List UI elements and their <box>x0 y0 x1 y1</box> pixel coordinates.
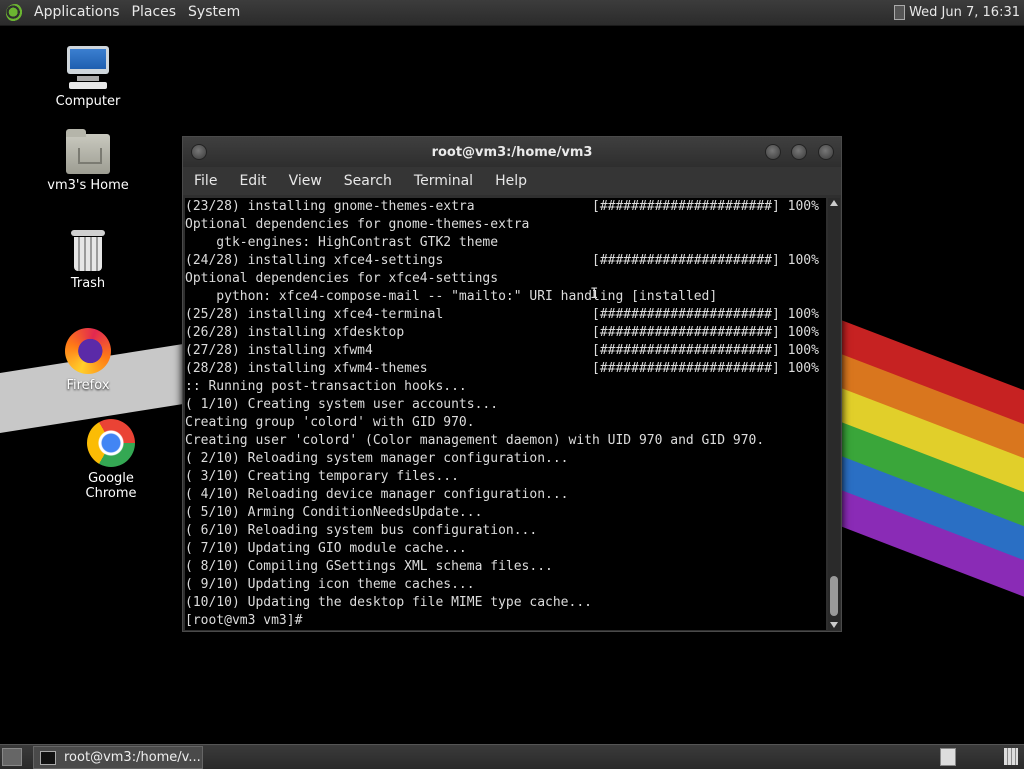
firefox-icon <box>65 328 111 374</box>
desktop-icon-label: vm3's Home <box>47 178 129 193</box>
bottom-panel: root@vm3:/home/v... <box>0 744 1024 769</box>
terminal-prompt[interactable]: [root@vm3 vm3]# <box>185 612 826 630</box>
terminal-line: Creating user 'colord' (Color management… <box>185 433 765 448</box>
menu-system[interactable]: System <box>184 0 248 25</box>
terminal-line: ( 5/10) Arming ConditionNeedsUpdate... <box>185 505 483 520</box>
terminal-line: Creating group 'colord' with GID 970. <box>185 415 475 430</box>
desktop-icon-trash[interactable]: Trash <box>38 230 138 291</box>
trash-applet-icon[interactable] <box>1004 748 1018 765</box>
desktop-icon-chrome[interactable]: Google Chrome <box>61 419 161 501</box>
desktop-icon-label: Trash <box>70 276 106 291</box>
terminal-window[interactable]: root@vm3:/home/vm3 File Edit View Search… <box>182 136 842 632</box>
window-title: root@vm3:/home/vm3 <box>431 145 593 160</box>
terminal-line: (24/28) installing xfce4-settings [#####… <box>185 253 819 268</box>
maximize-icon[interactable] <box>791 144 807 160</box>
scrollbar-thumb[interactable] <box>830 576 838 616</box>
terminal-line: ( 3/10) Creating temporary files... <box>185 469 459 484</box>
clock[interactable]: Wed Jun 7, 16:31 <box>909 5 1020 20</box>
home-folder-icon <box>66 129 110 174</box>
desktop-icon-label: Google Chrome <box>85 471 137 501</box>
terminal-line: (10/10) Updating the desktop file MIME t… <box>185 595 592 610</box>
computer-icon <box>65 46 111 90</box>
menu-view[interactable]: View <box>278 173 333 189</box>
terminal-line: (28/28) installing xfwm4-themes [#######… <box>185 361 819 376</box>
terminal-line: (25/28) installing xfce4-terminal [#####… <box>185 307 819 322</box>
terminal-line: Optional dependencies for xfce4-settings <box>185 271 499 286</box>
scroll-up-icon[interactable] <box>830 200 838 206</box>
menu-edit[interactable]: Edit <box>228 173 277 189</box>
menu-help[interactable]: Help <box>484 173 538 189</box>
terminal-icon <box>40 750 56 765</box>
terminal-line: ( 6/10) Reloading system bus configurati… <box>185 523 538 538</box>
clock-area[interactable]: Wed Jun 7, 16:31 <box>894 0 1020 25</box>
terminal-line: (26/28) installing xfdesktop [##########… <box>185 325 819 340</box>
terminal-line: ( 8/10) Compiling GSettings XML schema f… <box>185 559 553 574</box>
show-desktop-icon[interactable] <box>2 748 22 766</box>
scroll-down-icon[interactable] <box>830 622 838 628</box>
close-icon[interactable] <box>818 144 834 160</box>
desktop-icon-computer[interactable]: Computer <box>38 46 138 109</box>
terminal-line: gtk-engines: HighContrast GTK2 theme <box>185 235 499 250</box>
desktop-icon-firefox[interactable]: Firefox <box>38 328 138 393</box>
menu-search[interactable]: Search <box>333 173 403 189</box>
terminal-line: python: xfce4-compose-mail -- "mailto:" … <box>185 289 718 304</box>
desktop-icon-label: Computer <box>55 94 121 109</box>
terminal-line: ( 9/10) Updating icon theme caches... <box>185 577 475 592</box>
terminal-output[interactable]: (23/28) installing gnome-themes-extra [#… <box>185 198 826 630</box>
clock-icon <box>894 5 906 20</box>
desktop-icon-label: Firefox <box>66 378 110 393</box>
wallpaper-rainbow <box>841 320 1024 640</box>
terminal-line: (23/28) installing gnome-themes-extra [#… <box>185 199 819 214</box>
terminal-line: ( 4/10) Reloading device manager configu… <box>185 487 569 502</box>
menu-file[interactable]: File <box>183 173 228 189</box>
window-titlebar[interactable]: root@vm3:/home/vm3 <box>183 137 841 167</box>
trash-icon <box>71 230 105 272</box>
terminal-line: ( 7/10) Updating GIO module cache... <box>185 541 467 556</box>
text-cursor-icon: I <box>590 286 599 302</box>
workspace-switcher[interactable] <box>940 748 956 766</box>
chrome-icon <box>87 419 135 467</box>
terminal-scrollbar[interactable] <box>828 198 840 630</box>
terminal-line: Optional dependencies for gnome-themes-e… <box>185 217 530 232</box>
desktop-icon-home[interactable]: vm3's Home <box>38 129 138 193</box>
taskbar-item-terminal[interactable]: root@vm3:/home/v... <box>33 746 203 769</box>
menu-terminal[interactable]: Terminal <box>403 173 484 189</box>
top-panel: Applications Places System Wed Jun 7, 16… <box>0 0 1024 26</box>
terminal-line: ( 1/10) Creating system user accounts... <box>185 397 499 412</box>
terminal-line: :: Running post-transaction hooks... <box>185 379 467 394</box>
menu-places[interactable]: Places <box>128 0 185 25</box>
taskbar-item-label: root@vm3:/home/v... <box>64 750 201 765</box>
terminal-menubar: File Edit View Search Terminal Help <box>183 167 841 195</box>
distro-logo-icon[interactable] <box>6 3 24 22</box>
minimize-icon[interactable] <box>765 144 781 160</box>
menu-applications[interactable]: Applications <box>30 0 128 25</box>
terminal-line: (27/28) installing xfwm4 [##############… <box>185 343 819 358</box>
terminal-line: ( 2/10) Reloading system manager configu… <box>185 451 569 466</box>
